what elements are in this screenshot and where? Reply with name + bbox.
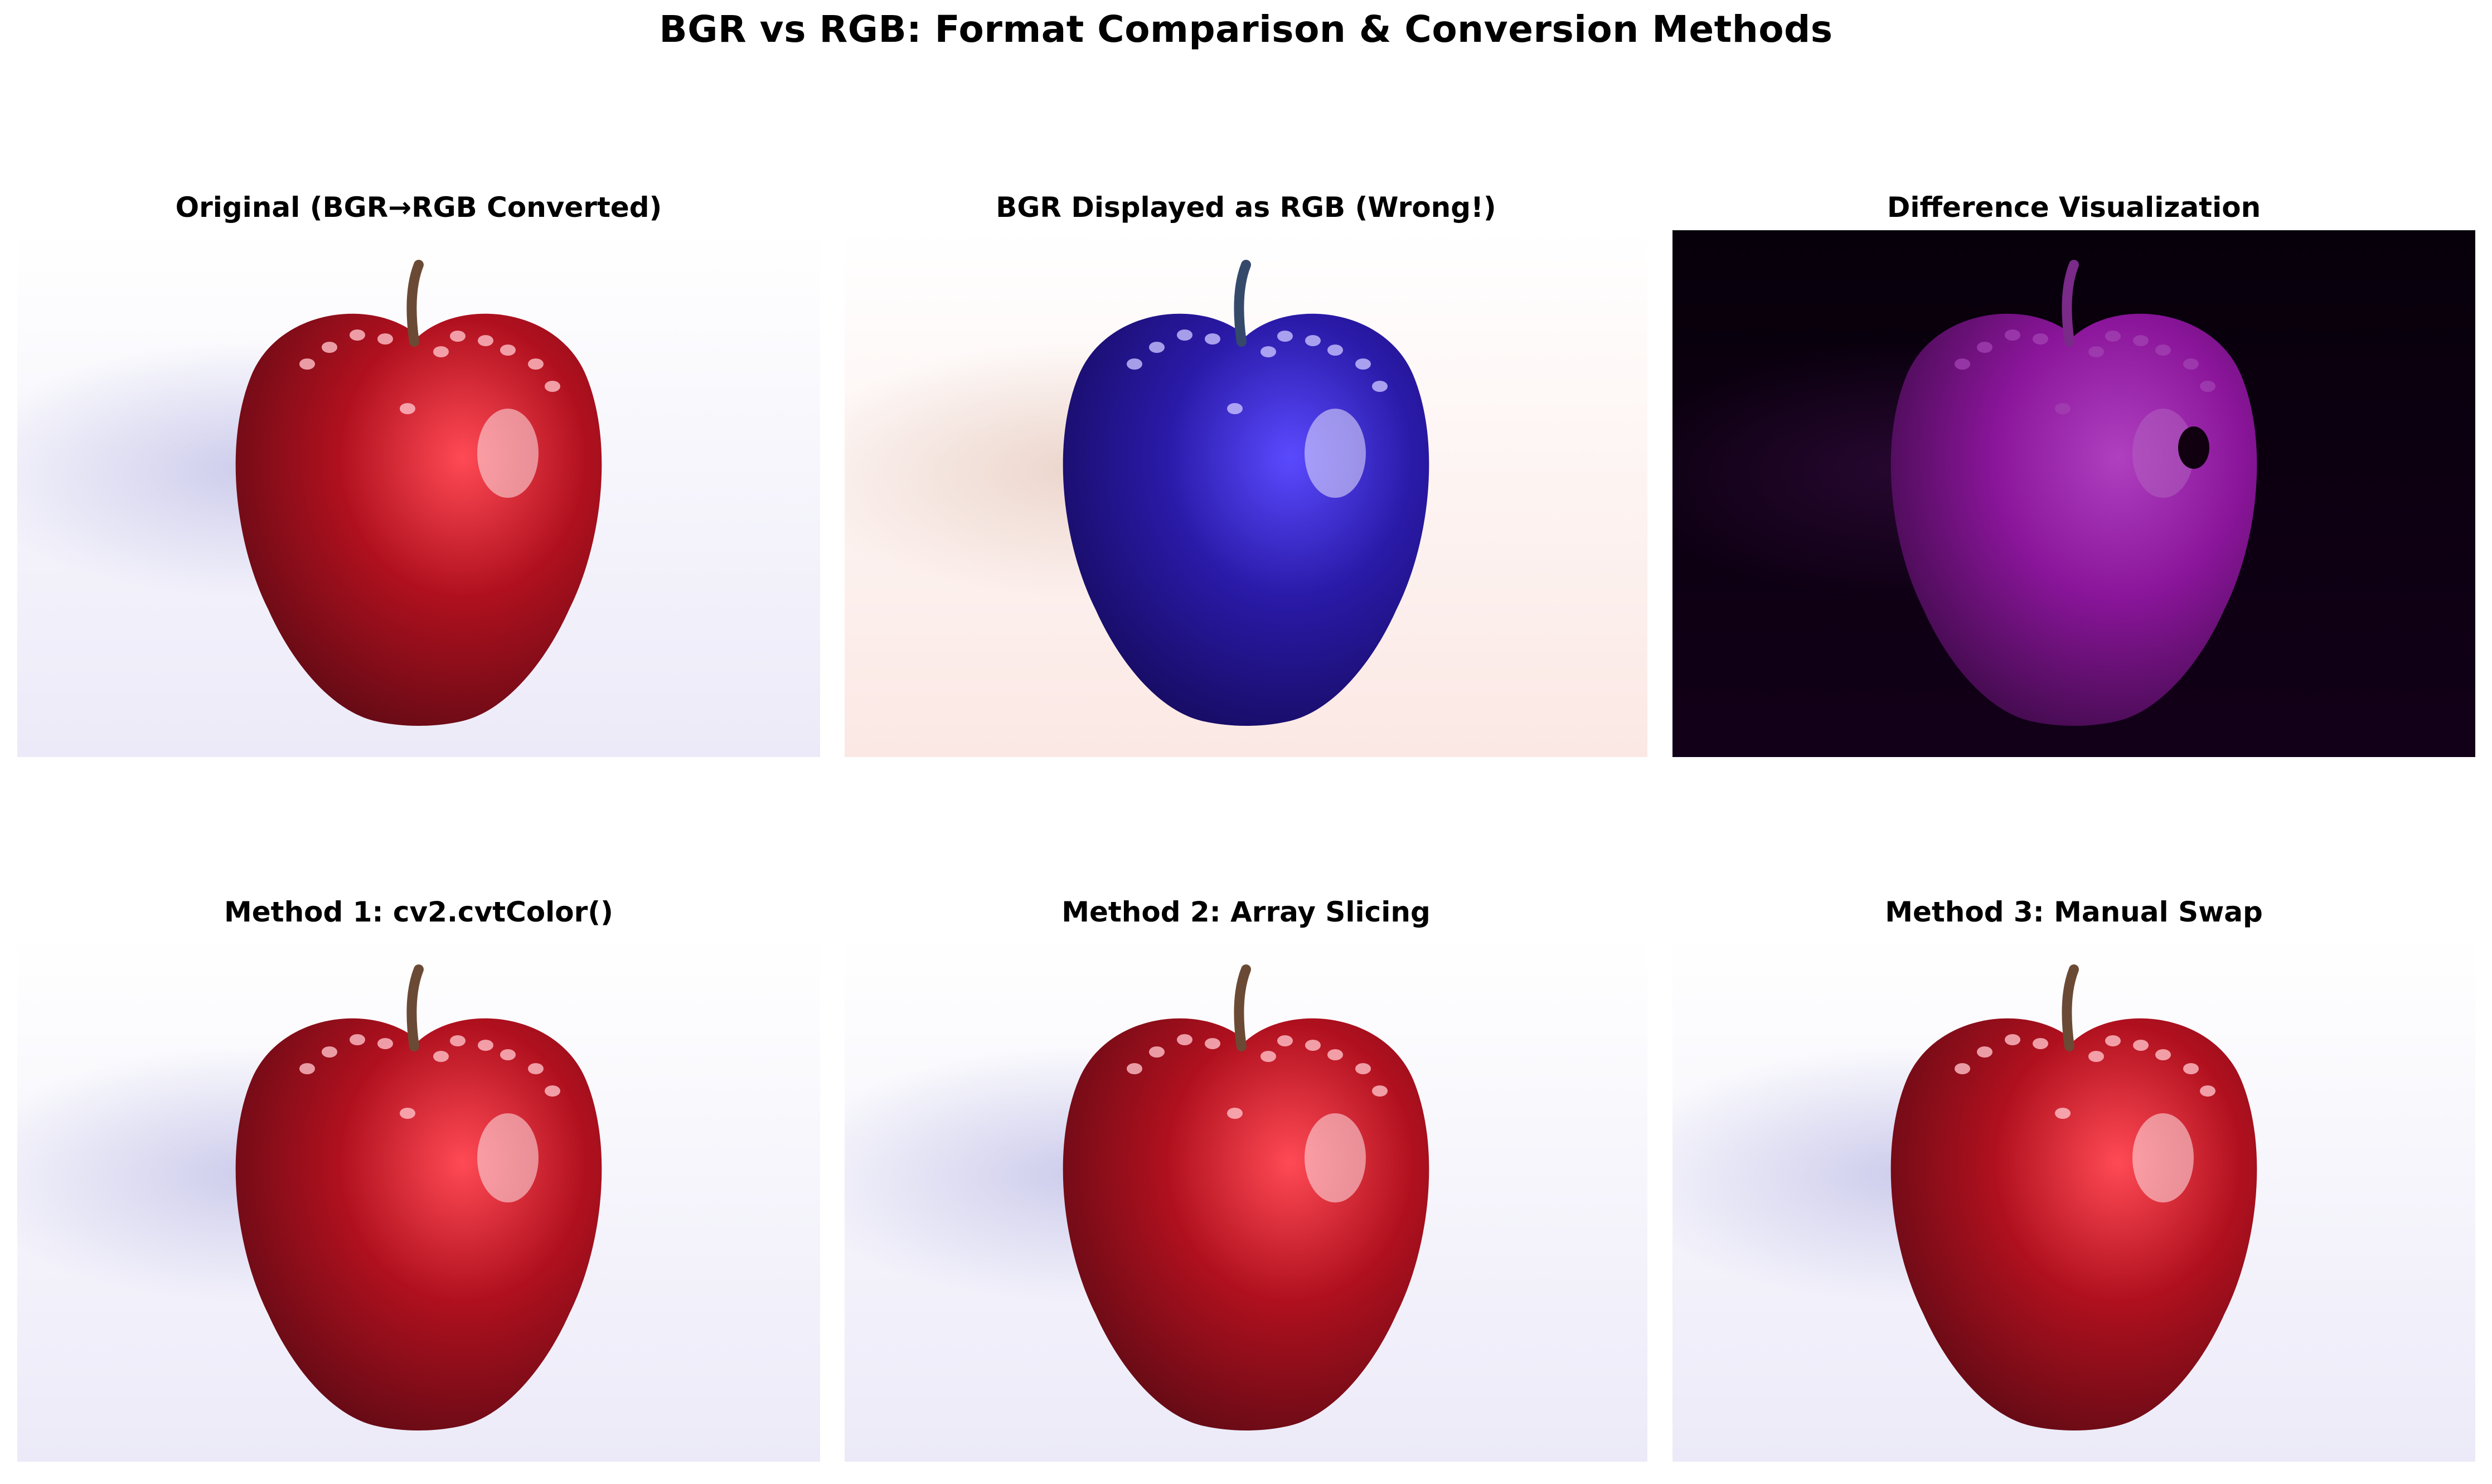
figure-title: BGR vs RGB: Format Comparison & Conversi…: [659, 8, 1833, 51]
panel-title: Difference Visualization: [1887, 191, 2261, 224]
panel-title: Method 3: Manual Swap: [1885, 896, 2263, 928]
apple-image-rgb: [17, 230, 820, 757]
apple-picture: [845, 230, 1647, 757]
apple-picture: [1672, 935, 2475, 1462]
apple-image-method-2: [845, 935, 1647, 1462]
panel-title: Method 1: cv2.cvtColor(): [224, 896, 613, 928]
panel-title: Original (BGR→RGB Converted): [175, 191, 662, 224]
panel-title: Method 2: Array Slicing: [1061, 896, 1431, 928]
apple-image-method-3: [1672, 935, 2475, 1462]
apple-picture: [17, 935, 820, 1462]
apple-picture: [17, 230, 820, 757]
apple-image-difference: [1672, 230, 2475, 757]
apple-picture: [1672, 230, 2475, 757]
apple-image-bgr: [845, 230, 1647, 757]
apple-picture: [845, 935, 1647, 1462]
apple-image-method-1: [17, 935, 820, 1462]
panel-title: BGR Displayed as RGB (Wrong!): [996, 191, 1496, 224]
